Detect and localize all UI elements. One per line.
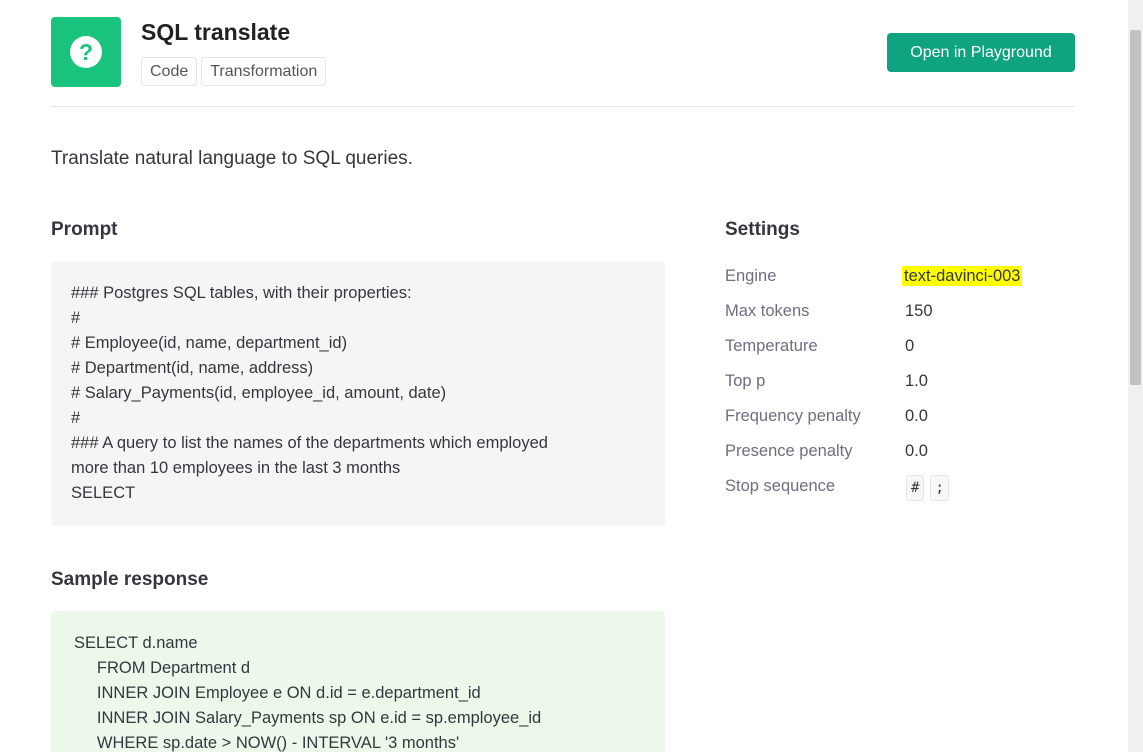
stop-token: # <box>906 475 925 501</box>
prompt-line: SELECT <box>71 484 136 502</box>
setting-frequency-penalty: Frequency penalty 0.0 <box>725 405 1075 440</box>
setting-top-p: Top p 1.0 <box>725 370 1075 405</box>
prompt-line: # <box>71 309 81 327</box>
setting-max-tokens: Max tokens 150 <box>725 300 1075 335</box>
question-mark-icon: ? <box>70 36 102 68</box>
prompt-line: # Salary_Payments(id, employee_id, amoun… <box>71 384 447 402</box>
setting-temperature: Temperature 0 <box>725 335 1075 370</box>
prompt-heading: Prompt <box>51 219 118 240</box>
sample-response-code-block[interactable]: SELECT d.name FROM Department d INNER JO… <box>51 611 665 752</box>
prompt-line: # Department(id, name, address) <box>71 359 314 377</box>
sample-line: WHERE sp.date > NOW() - INTERVAL '3 mont… <box>74 734 460 752</box>
page-scrollbar[interactable] <box>1128 0 1143 752</box>
setting-engine: Engine text-davinci-003 <box>725 265 1075 300</box>
engine-value: text-davinci-003 <box>902 266 1023 286</box>
example-icon-tile: ? <box>51 17 121 87</box>
setting-presence-penalty: Presence penalty 0.0 <box>725 440 1075 475</box>
sample-line: INNER JOIN Employee e ON d.id = e.depart… <box>74 684 481 702</box>
tag-list: Code Transformation <box>141 57 327 86</box>
prompt-line: more than 10 employees in the last 3 mon… <box>71 459 401 477</box>
setting-value: text-davinci-003 <box>902 266 1023 286</box>
setting-label: Temperature <box>725 337 818 355</box>
setting-label: Top p <box>725 372 766 390</box>
setting-label: Stop sequence <box>725 477 836 495</box>
setting-label: Presence penalty <box>725 442 853 460</box>
prompt-line: # Employee(id, name, department_id) <box>71 334 348 352</box>
scrollbar-thumb[interactable] <box>1130 30 1141 385</box>
sample-line: SELECT d.name <box>74 634 198 652</box>
setting-label: Engine <box>725 267 777 285</box>
prompt-line: ### Postgres SQL tables, with their prop… <box>71 284 412 302</box>
prompt-line: # <box>71 409 81 427</box>
settings-list: Engine text-davinci-003 Max tokens 150 T… <box>725 265 1075 510</box>
prompt-line: ### A query to list the names of the dep… <box>71 434 548 452</box>
setting-stop-sequence: Stop sequence # ; <box>725 475 1075 510</box>
setting-value: 0.0 <box>905 407 928 425</box>
tag-code[interactable]: Code <box>141 57 198 86</box>
sample-response-heading: Sample response <box>51 569 209 590</box>
page-title: SQL translate <box>141 19 291 45</box>
setting-value: 150 <box>905 302 933 320</box>
open-in-playground-button[interactable]: Open in Playground <box>887 33 1075 72</box>
stop-sequence-tokens: # ; <box>906 475 949 501</box>
stop-token: ; <box>930 475 949 501</box>
page: ? SQL translate Code Transformation Open… <box>0 0 1143 752</box>
setting-value: 0.0 <box>905 442 928 460</box>
setting-label: Frequency penalty <box>725 407 861 425</box>
setting-value: 1.0 <box>905 372 928 390</box>
tag-transformation[interactable]: Transformation <box>201 57 327 86</box>
setting-value: 0 <box>905 337 915 355</box>
setting-label: Max tokens <box>725 302 810 320</box>
prompt-code-block[interactable]: ### Postgres SQL tables, with their prop… <box>51 261 665 526</box>
sample-line: INNER JOIN Salary_Payments sp ON e.id = … <box>74 709 542 727</box>
example-description: Translate natural language to SQL querie… <box>51 148 413 169</box>
example-header: ? SQL translate Code Transformation Open… <box>51 17 1075 107</box>
settings-heading: Settings <box>725 219 800 240</box>
sample-line: FROM Department d <box>74 659 251 677</box>
